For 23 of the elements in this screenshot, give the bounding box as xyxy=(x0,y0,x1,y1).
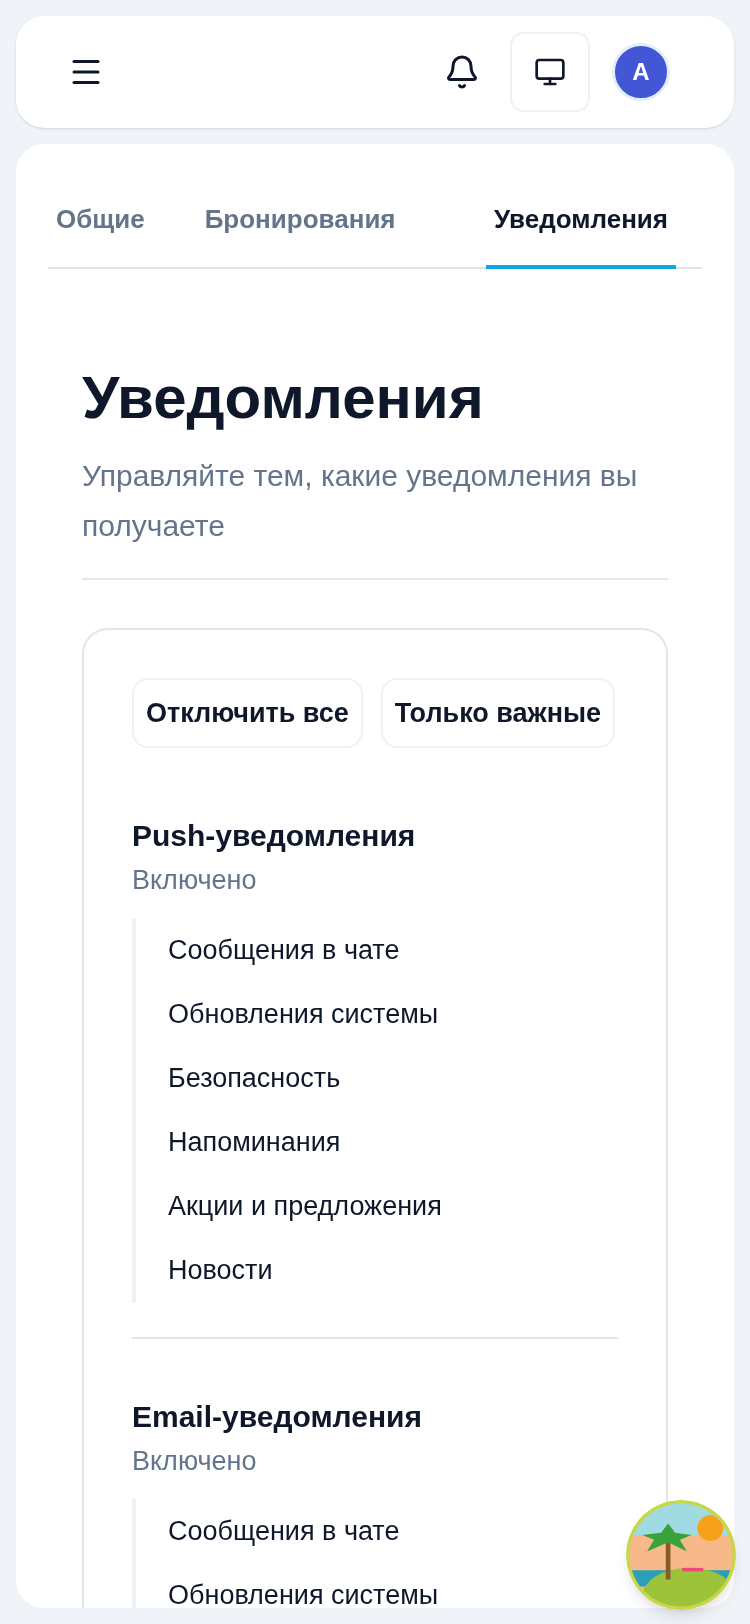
page-title: Уведомления xyxy=(82,365,485,431)
section-status: Включено xyxy=(132,1444,258,1478)
action-button[interactable]: Только важные xyxy=(380,678,616,748)
bell-icon[interactable] xyxy=(444,54,480,90)
monitor-icon xyxy=(534,56,566,88)
monitor-button[interactable] xyxy=(510,32,590,112)
notification-option[interactable]: Акции и предложения xyxy=(168,1174,618,1239)
tab[interactable]: Бронирования xyxy=(196,196,404,269)
section-title: Email-уведомления xyxy=(132,1398,424,1435)
page-subtitle: Управляйте тем, какие уведомления вы получаете xyxy=(82,458,639,544)
action-button[interactable]: Отключить все xyxy=(132,678,363,748)
notification-option[interactable]: Напоминания xyxy=(168,1110,618,1175)
notification-option[interactable]: Обновления системы xyxy=(168,1563,618,1608)
notification-option[interactable]: Обновления системы xyxy=(168,982,618,1047)
tab[interactable]: Уведомления xyxy=(485,196,676,269)
tab[interactable]: Общие xyxy=(48,196,153,269)
section-title: Push-уведомления xyxy=(132,818,417,854)
notification-option[interactable]: Сообщения в чате xyxy=(168,1499,618,1563)
notification-option[interactable]: Новости xyxy=(168,1238,618,1303)
notification-option[interactable]: Сообщения в чате xyxy=(168,918,618,983)
notification-option[interactable]: Безопасность xyxy=(168,1046,618,1111)
section-status: Включено xyxy=(132,864,258,897)
avatar[interactable]: A xyxy=(612,43,670,101)
